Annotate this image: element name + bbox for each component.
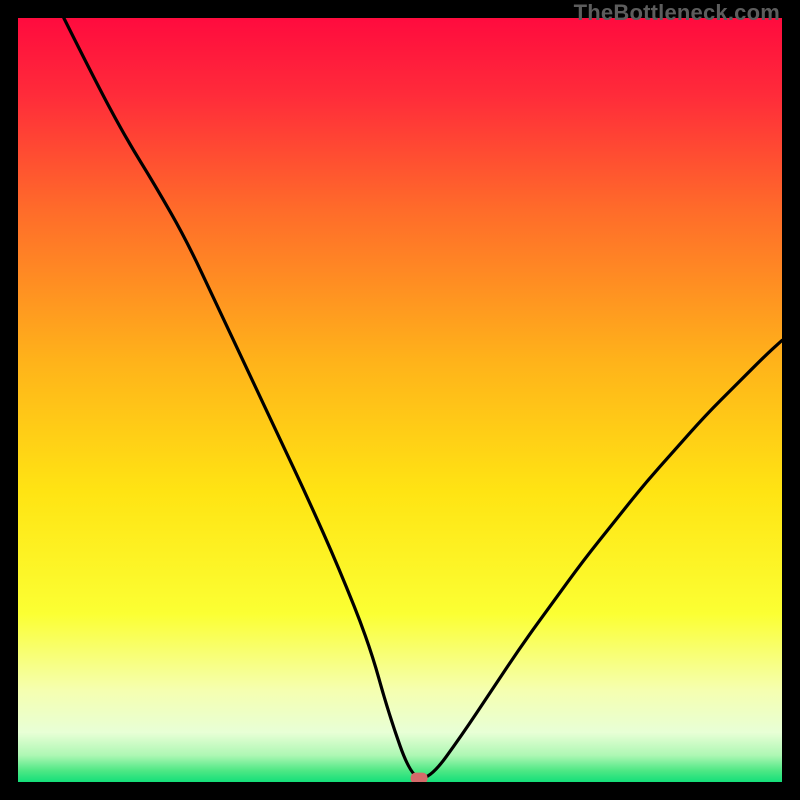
- optimal-point-marker: [411, 773, 428, 782]
- bottleneck-chart: [18, 18, 782, 782]
- watermark-text: TheBottleneck.com: [574, 0, 780, 26]
- gradient-background: [18, 18, 782, 782]
- chart-frame: [18, 18, 782, 782]
